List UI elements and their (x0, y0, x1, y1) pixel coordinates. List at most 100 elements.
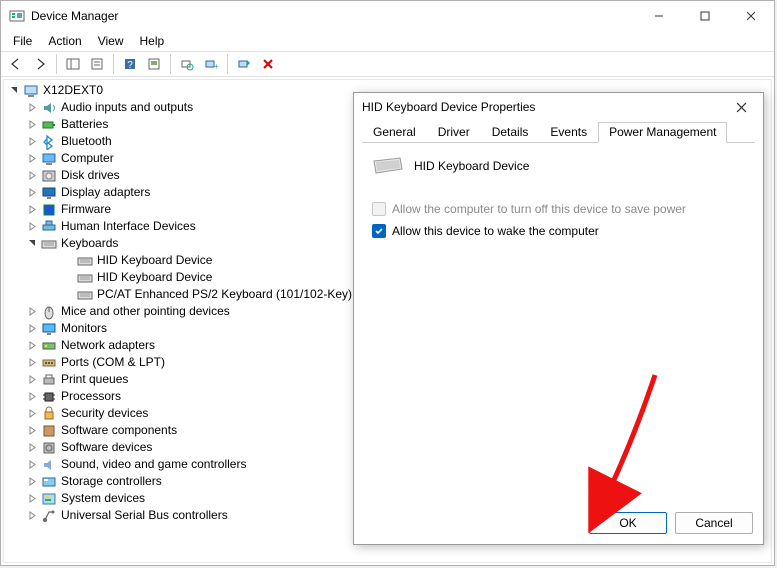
tree-item-label: Disk drives (61, 167, 120, 184)
maximize-button[interactable] (682, 1, 728, 31)
svg-text:?: ? (127, 60, 133, 71)
tree-item-label: Print queues (61, 371, 128, 388)
system-icon (41, 491, 57, 507)
tree-expander-icon[interactable] (26, 220, 39, 233)
tree-item-label: Security devices (61, 405, 148, 422)
dialog-tabs: General Driver Details Events Power Mana… (362, 121, 755, 143)
tree-expander-icon[interactable] (8, 84, 21, 97)
printer-icon (41, 372, 57, 388)
window-buttons (636, 1, 774, 31)
svg-text:+: + (214, 62, 218, 71)
tree-expander-icon[interactable] (26, 441, 39, 454)
show-hide-tree-button[interactable] (62, 53, 84, 75)
menu-action[interactable]: Action (40, 32, 89, 50)
device-properties-dialog: HID Keyboard Device Properties General D… (353, 92, 764, 545)
tree-expander-icon[interactable] (26, 135, 39, 148)
mouse-icon (41, 304, 57, 320)
scan-hardware-button[interactable] (176, 53, 198, 75)
window-title: Device Manager (31, 9, 636, 23)
bluetooth-icon (41, 134, 57, 150)
disk-icon (41, 168, 57, 184)
help-button[interactable]: ? (119, 53, 141, 75)
tree-item-label: Monitors (61, 320, 107, 337)
tree-item-label: Software components (61, 422, 177, 439)
tree-item-label: Human Interface Devices (61, 218, 196, 235)
tree-expander-icon[interactable] (26, 339, 39, 352)
root-icon (23, 83, 39, 99)
tree-expander-icon[interactable] (26, 509, 39, 522)
usb-icon (41, 508, 57, 524)
enable-button[interactable] (233, 53, 255, 75)
tab-events[interactable]: Events (539, 122, 598, 143)
tree-expander-icon[interactable] (26, 373, 39, 386)
tree-item-label: Computer (61, 150, 114, 167)
tree-expander-icon[interactable] (26, 203, 39, 216)
ok-button[interactable]: OK (589, 512, 667, 534)
tree-expander-icon[interactable] (26, 424, 39, 437)
tree-expander-icon[interactable] (26, 407, 39, 420)
menu-file[interactable]: File (5, 32, 40, 50)
menu-help[interactable]: Help (132, 32, 173, 50)
tree-item-label: Bluetooth (61, 133, 112, 150)
tree-expander-icon[interactable] (26, 475, 39, 488)
menubar: File Action View Help (1, 31, 774, 51)
tree-item-label: HID Keyboard Device (97, 252, 212, 269)
dialog-titlebar: HID Keyboard Device Properties (354, 93, 763, 121)
checkbox-allow-wake[interactable]: Allow this device to wake the computer (372, 221, 745, 241)
menu-view[interactable]: View (90, 32, 132, 50)
forward-button[interactable] (29, 53, 51, 75)
tree-item-label: Batteries (61, 116, 108, 133)
tree-item-label: System devices (61, 490, 145, 507)
display-icon (41, 185, 57, 201)
tree-expander-icon[interactable] (26, 305, 39, 318)
tree-expander-icon[interactable] (26, 458, 39, 471)
cancel-button[interactable]: Cancel (675, 512, 753, 534)
properties-button[interactable] (86, 53, 108, 75)
tree-item-label: HID Keyboard Device (97, 269, 212, 286)
keyboard-icon (372, 157, 404, 175)
tree-expander-icon[interactable] (26, 101, 39, 114)
close-button[interactable] (728, 1, 774, 31)
tree-expander-icon[interactable] (26, 152, 39, 165)
tree-item-label: Processors (61, 388, 121, 405)
keyboard-icon (77, 253, 93, 269)
tree-expander-icon[interactable] (26, 492, 39, 505)
tree-item-label: Mice and other pointing devices (61, 303, 230, 320)
tab-general[interactable]: General (362, 122, 427, 143)
tree-item-label: Network adapters (61, 337, 155, 354)
keyboard-icon (41, 236, 57, 252)
tab-power-management[interactable]: Power Management (598, 122, 727, 143)
tree-expander-icon (62, 288, 75, 301)
tree-expander-icon[interactable] (26, 390, 39, 403)
tree-expander-icon[interactable] (26, 237, 39, 250)
minimize-button[interactable] (636, 1, 682, 31)
checkbox-allow-wake-label: Allow this device to wake the computer (392, 224, 599, 238)
keyboard-icon (77, 287, 93, 303)
sound-icon (41, 457, 57, 473)
checkbox-checked-icon (372, 224, 386, 238)
tree-expander-icon[interactable] (26, 322, 39, 335)
hid-icon (41, 219, 57, 235)
add-legacy-button[interactable]: + (200, 53, 222, 75)
toolbar: ? + (1, 51, 774, 77)
uninstall-button[interactable] (257, 53, 279, 75)
tree-item-label: Display adapters (61, 184, 150, 201)
tree-item-label: Audio inputs and outputs (61, 99, 193, 116)
tree-expander-icon[interactable] (26, 356, 39, 369)
firmware-icon (41, 202, 57, 218)
tree-expander-icon[interactable] (26, 118, 39, 131)
cpu-icon (41, 389, 57, 405)
tree-expander-icon[interactable] (26, 186, 39, 199)
back-button[interactable] (5, 53, 27, 75)
checkbox-allow-turnoff: Allow the computer to turn off this devi… (372, 199, 745, 219)
storage-icon (41, 474, 57, 490)
monitor-icon (41, 321, 57, 337)
update-driver-button[interactable] (143, 53, 165, 75)
tree-expander-icon (62, 254, 75, 267)
tree-expander-icon[interactable] (26, 169, 39, 182)
titlebar: Device Manager (1, 1, 774, 31)
tab-details[interactable]: Details (481, 122, 540, 143)
dialog-close-button[interactable] (727, 93, 755, 121)
tree-item-label: Firmware (61, 201, 111, 218)
tab-driver[interactable]: Driver (427, 122, 481, 143)
